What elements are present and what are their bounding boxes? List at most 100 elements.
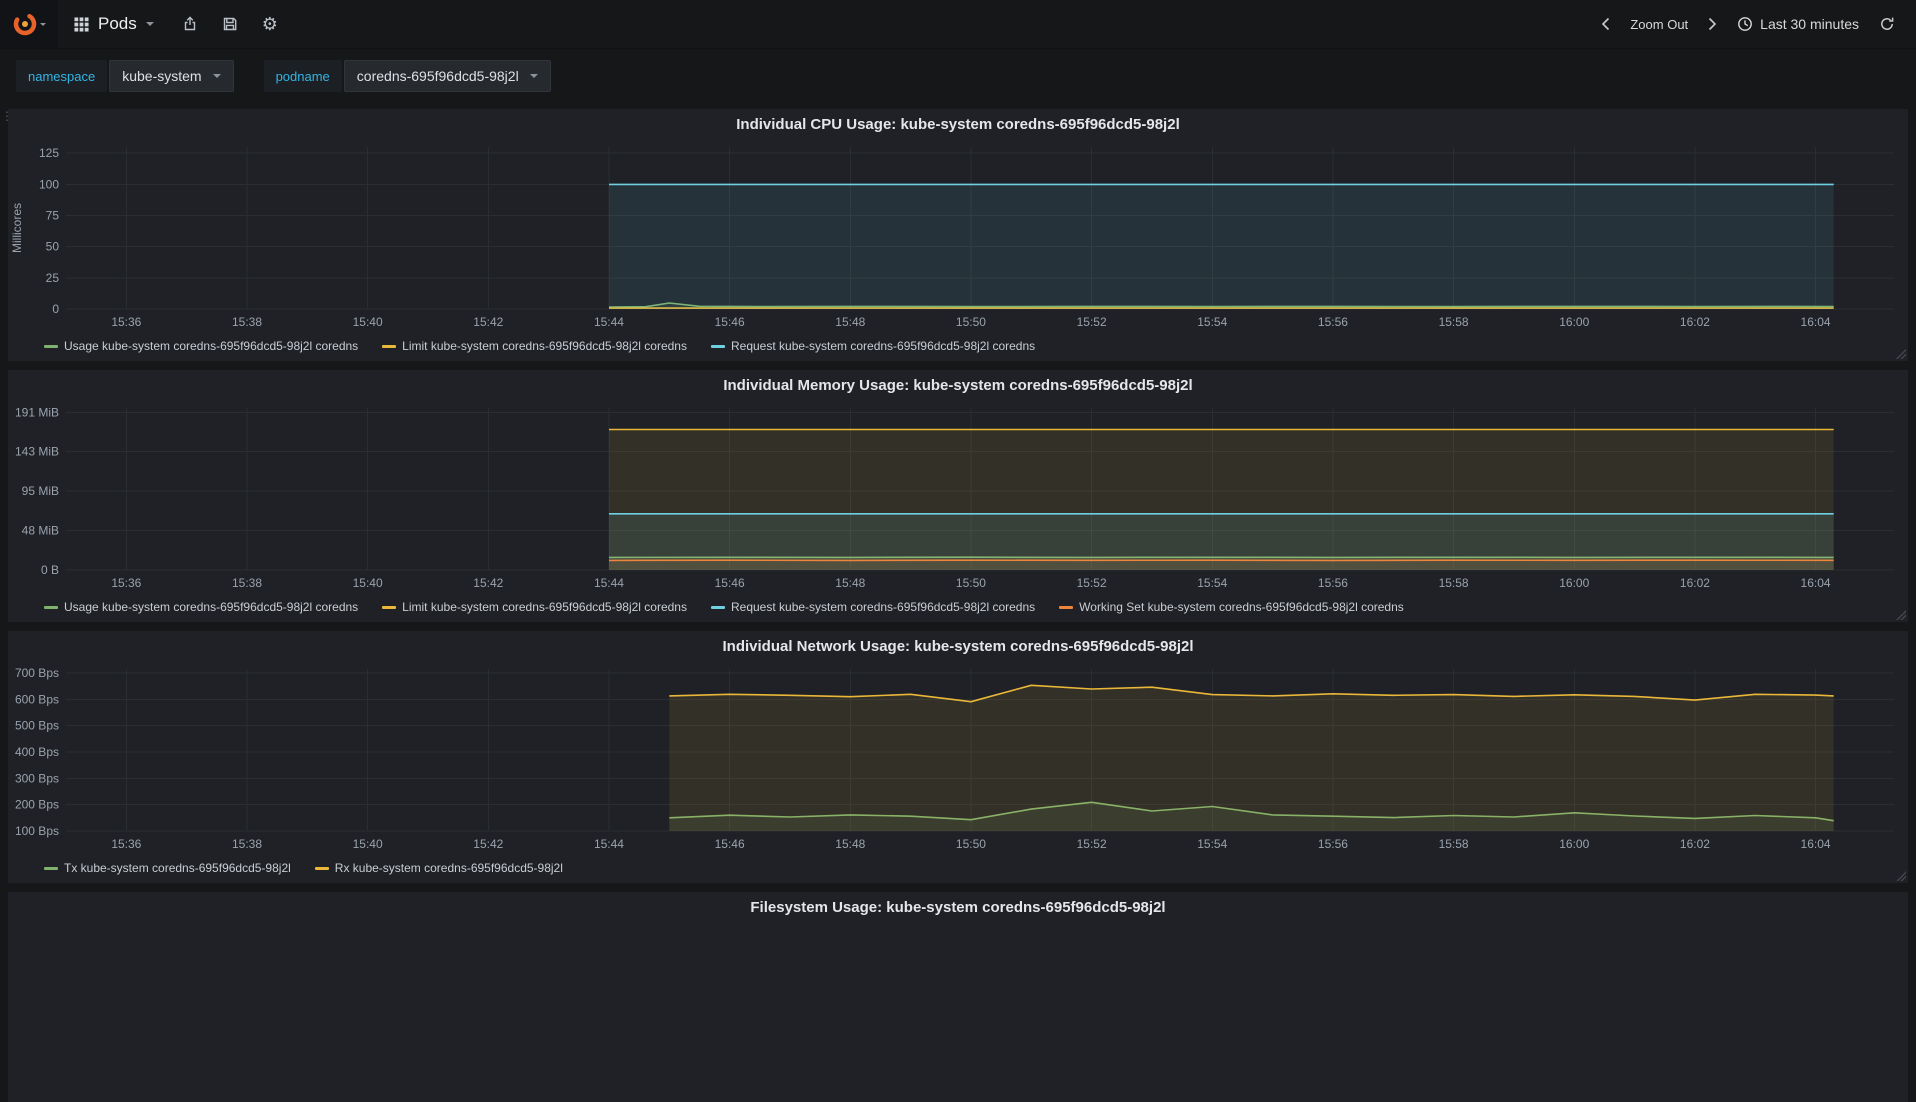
legend-color-swatch <box>1059 606 1073 609</box>
y-tick-label: 100 <box>39 177 59 191</box>
variable-value-dropdown[interactable]: coredns-695f96dcd5-98j2l <box>344 60 551 92</box>
x-tick-label: 15:54 <box>1197 837 1227 851</box>
x-tick-label: 15:46 <box>715 837 745 851</box>
variable-value-dropdown[interactable]: kube-system <box>109 60 233 92</box>
legend-series-name: Usage kube-system coredns-695f96dcd5-98j… <box>64 339 358 353</box>
panel-resize-handle[interactable] <box>1896 871 1906 881</box>
time-shift-back-button[interactable] <box>1594 13 1617 35</box>
legend-item[interactable]: Usage kube-system coredns-695f96dcd5-98j… <box>44 600 358 614</box>
legend-color-swatch <box>44 867 58 870</box>
variables-bar: namespacekube-system podnamecoredns-695f9… <box>0 49 1916 103</box>
legend-series-name: Working Set kube-system coredns-695f96dc… <box>1079 600 1404 614</box>
panel-title[interactable]: Individual Network Usage: kube-system co… <box>8 631 1908 663</box>
x-tick-label: 15:48 <box>835 315 865 329</box>
legend-item[interactable]: Request kube-system coredns-695f96dcd5-9… <box>711 600 1035 614</box>
panel-title[interactable]: Individual CPU Usage: kube-system coredn… <box>8 109 1908 141</box>
variable-namespace: namespacekube-system <box>16 60 234 92</box>
gear-icon: ⚙ <box>262 15 278 33</box>
x-tick-label: 15:56 <box>1318 315 1348 329</box>
variable-podname: podnamecoredns-695f96dcd5-98j2l <box>264 60 551 92</box>
legend-item[interactable]: Rx kube-system coredns-695f96dcd5-98j2l <box>315 861 563 875</box>
y-tick-label: 200 Bps <box>15 798 59 812</box>
y-tick-label: 0 B <box>41 563 59 577</box>
x-tick-label: 15:56 <box>1318 837 1348 851</box>
y-tick-label: 600 Bps <box>15 692 59 706</box>
x-tick-label: 15:36 <box>111 315 141 329</box>
x-tick-label: 15:38 <box>232 315 262 329</box>
legend-series-name: Request kube-system coredns-695f96dcd5-9… <box>731 339 1035 353</box>
refresh-icon <box>1879 16 1895 32</box>
x-tick-label: 15:52 <box>1077 576 1107 590</box>
x-tick-label: 15:40 <box>353 576 383 590</box>
save-button[interactable] <box>210 0 250 48</box>
y-tick-label: 48 MiB <box>22 524 59 538</box>
navbar: Pods ⚙ Zoom Out <box>0 0 1916 49</box>
legend-item[interactable]: Tx kube-system coredns-695f96dcd5-98j2l <box>44 861 291 875</box>
x-tick-label: 15:42 <box>473 315 503 329</box>
x-tick-label: 16:02 <box>1680 837 1710 851</box>
x-tick-label: 15:54 <box>1197 315 1227 329</box>
x-tick-label: 15:42 <box>473 837 503 851</box>
caret-down-icon <box>213 74 221 78</box>
y-tick-label: 143 MiB <box>15 445 59 459</box>
y-tick-label: 25 <box>46 271 60 285</box>
series-fill-2 <box>609 184 1834 309</box>
x-tick-label: 15:44 <box>594 576 624 590</box>
y-axis-title: Millicores <box>10 203 24 253</box>
x-tick-label: 15:48 <box>835 837 865 851</box>
grafana-menu-button[interactable] <box>0 0 58 48</box>
legend-item[interactable]: Working Set kube-system coredns-695f96dc… <box>1059 600 1404 614</box>
legend-color-swatch <box>44 345 58 348</box>
panel-individual-cpu-usage: Individual CPU Usage: kube-system coredn… <box>8 109 1908 361</box>
time-shift-forward-button[interactable] <box>1701 13 1724 35</box>
clock-icon <box>1737 16 1753 32</box>
share-button[interactable] <box>170 0 210 48</box>
y-tick-label: 95 MiB <box>22 484 59 498</box>
x-tick-label: 15:44 <box>594 837 624 851</box>
panel-resize-handle[interactable] <box>1896 349 1906 359</box>
legend-color-swatch <box>44 606 58 609</box>
x-tick-label: 16:04 <box>1801 315 1831 329</box>
x-tick-label: 15:52 <box>1077 837 1107 851</box>
x-tick-label: 15:56 <box>1318 576 1348 590</box>
x-tick-label: 16:04 <box>1801 576 1831 590</box>
x-tick-label: 16:00 <box>1559 837 1589 851</box>
x-tick-label: 16:00 <box>1559 576 1589 590</box>
refresh-button[interactable] <box>1872 12 1902 36</box>
legend-item[interactable]: Limit kube-system coredns-695f96dcd5-98j… <box>382 339 687 353</box>
y-tick-label: 191 MiB <box>15 405 59 419</box>
series-fill-1 <box>669 685 1833 831</box>
legend-item[interactable]: Request kube-system coredns-695f96dcd5-9… <box>711 339 1035 353</box>
legend-color-swatch <box>711 606 725 609</box>
chart-legend: Usage kube-system coredns-695f96dcd5-98j… <box>8 594 1908 622</box>
grafana-logo-icon <box>13 12 37 36</box>
share-icon <box>182 16 198 32</box>
panel-title[interactable]: Individual Memory Usage: kube-system cor… <box>8 370 1908 402</box>
zoom-out-button[interactable]: Zoom Out <box>1623 13 1695 36</box>
legend-item[interactable]: Limit kube-system coredns-695f96dcd5-98j… <box>382 600 687 614</box>
legend-series-name: Usage kube-system coredns-695f96dcd5-98j… <box>64 600 358 614</box>
save-icon <box>222 16 238 32</box>
zoom-out-label: Zoom Out <box>1630 17 1688 32</box>
panel-individual-network-usage: Individual Network Usage: kube-system co… <box>8 631 1908 883</box>
legend-item[interactable]: Usage kube-system coredns-695f96dcd5-98j… <box>44 339 358 353</box>
caret-down-icon <box>146 22 154 26</box>
time-range-button[interactable]: Last 30 minutes <box>1730 12 1866 36</box>
dashboard-picker[interactable]: Pods <box>58 0 170 48</box>
legend-color-swatch <box>711 345 725 348</box>
x-tick-label: 15:52 <box>1077 315 1107 329</box>
chevron-right-icon <box>1708 17 1717 31</box>
x-tick-label: 16:02 <box>1680 315 1710 329</box>
memory-usage-chart[interactable]: 15:3615:3815:4015:4215:4415:4615:4815:50… <box>8 402 1908 594</box>
network-usage-chart[interactable]: 15:3615:3815:4015:4215:4415:4615:4815:50… <box>8 663 1908 855</box>
variable-label: podname <box>264 60 342 92</box>
navbar-left: Pods ⚙ <box>0 0 290 48</box>
chart-legend: Tx kube-system coredns-695f96dcd5-98j2l R… <box>8 855 1908 883</box>
caret-down-icon <box>530 74 538 78</box>
settings-button[interactable]: ⚙ <box>250 0 290 48</box>
y-tick-label: 400 Bps <box>15 745 59 759</box>
panel-resize-handle[interactable] <box>1896 610 1906 620</box>
cpu-usage-chart[interactable]: 15:3615:3815:4015:4215:4415:4615:4815:50… <box>8 141 1908 333</box>
panel-title[interactable]: Filesystem Usage: kube-system coredns-69… <box>8 892 1908 924</box>
panel-individual-memory-usage: Individual Memory Usage: kube-system cor… <box>8 370 1908 622</box>
